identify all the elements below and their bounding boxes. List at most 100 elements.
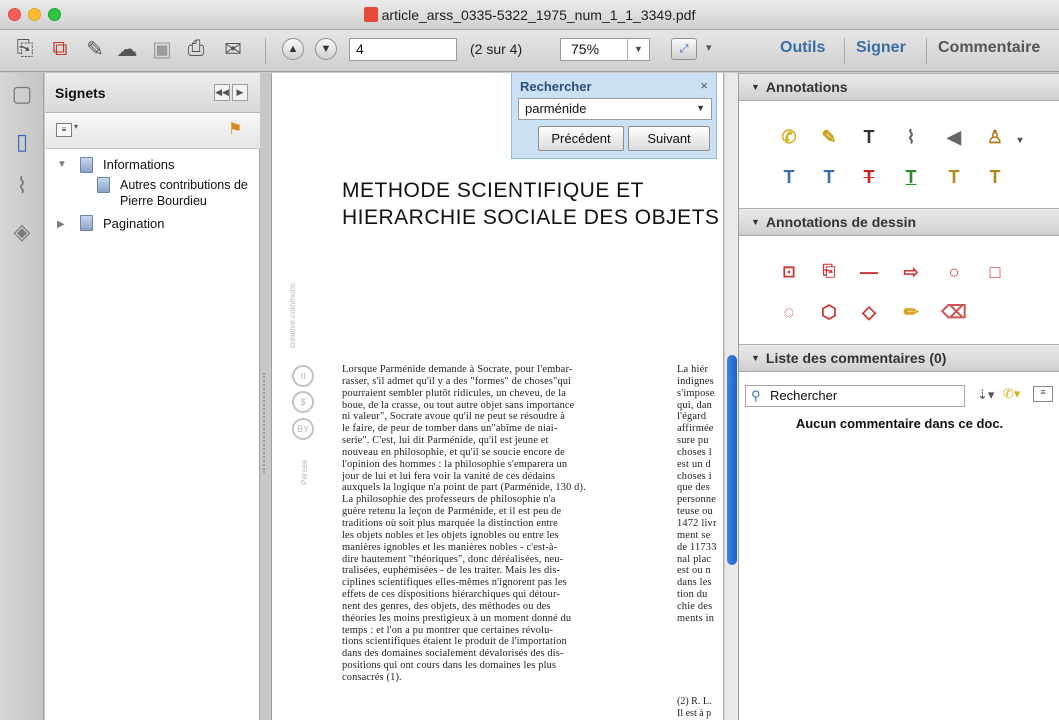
edit-icon[interactable]: ✎	[82, 36, 108, 62]
footnote: (2) R. L. Il est à p	[677, 696, 712, 719]
document-view[interactable]: creative commons II $ BY Persée METHODE …	[272, 73, 738, 720]
search-title: Rechercher	[520, 79, 592, 94]
previous-page-button[interactable]: ▲	[282, 38, 304, 60]
polygon-icon[interactable]: ⬡	[817, 300, 841, 324]
options-menu-icon[interactable]: ≡	[56, 123, 72, 137]
replace-text-icon[interactable]: T	[817, 165, 841, 189]
search-popup: Rechercher × parménide ▼ Précédent Suivan…	[511, 73, 717, 159]
rectangle-icon[interactable]: □	[983, 260, 1007, 284]
options-menu-icon[interactable]: ≡	[1033, 386, 1053, 402]
search-icon: ⚲	[751, 388, 761, 403]
close-icon[interactable]: ×	[700, 78, 708, 93]
annotations-header[interactable]: ▼ Annotations	[739, 73, 1059, 101]
text-callout-icon[interactable]: T	[983, 165, 1007, 189]
drawing-annotations-header[interactable]: ▼ Annotations de dessin	[739, 208, 1059, 236]
toolbar-separator	[265, 38, 266, 64]
text-box-icon[interactable]: ⊡	[777, 260, 801, 284]
disclosure-triangle-icon: ▼	[751, 217, 760, 227]
expanded-triangle-icon[interactable]: ▼	[57, 159, 67, 170]
bookmark-item-autres-contributions[interactable]: Autres contributions de Pierre Bourdieu	[120, 177, 250, 209]
zoom-select[interactable]: 75% ▼	[560, 38, 650, 61]
fullscreen-icon[interactable]: ⤢	[671, 38, 697, 60]
line-icon[interactable]: —	[857, 260, 881, 284]
comment-filter-icon[interactable]: ✆▾	[1003, 386, 1020, 402]
splitter-grip[interactable]	[263, 373, 267, 473]
previous-result-button[interactable]: Précédent	[538, 126, 624, 151]
chevron-down-icon[interactable]: ▼	[696, 103, 705, 113]
bookmarks-header: Signets ◀◀ ▶	[45, 73, 260, 113]
insert-text-icon[interactable]: T	[777, 165, 801, 189]
create-pdf-icon[interactable]: ⎘	[12, 36, 38, 62]
window-title: article_arss_0335-5322_1975_num_1_1_3349…	[381, 7, 696, 23]
new-bookmark-icon[interactable]: ⚑	[228, 119, 242, 139]
zoom-value: 75%	[571, 41, 600, 57]
sort-icon[interactable]: ⇣▾	[977, 387, 994, 403]
article-body: Lorsque Parménide demande à Socrate, pou…	[342, 364, 586, 683]
chevron-down-icon[interactable]: ▾	[1008, 128, 1032, 152]
next-result-button[interactable]: Suivant	[628, 126, 710, 151]
panel-splitter[interactable]	[260, 73, 272, 720]
pencil-icon[interactable]: ✏	[899, 300, 923, 324]
comment-search-input[interactable]: ⚲ Rechercher	[745, 385, 965, 407]
layers-icon[interactable]: ◈	[9, 219, 35, 245]
record-audio-icon[interactable]: ◀	[942, 125, 966, 149]
arrow-down-icon: ▼	[320, 43, 332, 55]
page-number-input[interactable]: 4	[349, 38, 457, 61]
document-scrollbar[interactable]	[724, 73, 738, 720]
tools-button[interactable]: Outils	[780, 39, 825, 57]
combine-icon[interactable]: ⧉	[47, 36, 73, 62]
cc-label: creative commons	[288, 283, 297, 348]
bookmark-item-pagination[interactable]: Pagination	[103, 216, 164, 232]
eraser-icon[interactable]: ⌫	[941, 300, 966, 324]
bookmarks-icon[interactable]: ▯	[9, 129, 35, 155]
collapsed-triangle-icon[interactable]: ▶	[57, 219, 65, 230]
article-title: METHODE SCIENTIFIQUE ET HIERARCHIE SOCIA…	[342, 179, 720, 229]
search-query: parménide	[525, 101, 587, 116]
underline-icon[interactable]: T	[899, 165, 923, 189]
attachments-icon[interactable]: ⌇	[9, 173, 35, 199]
scroll-thumb[interactable]	[727, 355, 737, 565]
comment-list-header[interactable]: ▼ Liste des commentaires (0)	[739, 344, 1059, 372]
persee-label: Persée	[300, 459, 309, 485]
attach-file-icon[interactable]: ⌇	[899, 125, 923, 149]
add-text-icon[interactable]: T	[857, 125, 881, 149]
connected-lines-icon[interactable]: ◇	[857, 300, 881, 324]
callout-icon[interactable]: ⎘	[817, 260, 841, 284]
bookmark-item-informations[interactable]: Informations	[103, 157, 175, 173]
toolbar-overflow-icon[interactable]: ▾	[706, 41, 712, 54]
cc-pause-icon: II	[292, 365, 314, 387]
sticky-note-icon[interactable]: ✆	[777, 125, 801, 149]
navigation-strip: ▢ ▯ ⌇ ◈	[0, 73, 44, 720]
search-input[interactable]: parménide ▼	[518, 98, 712, 120]
comment-panel: ▼ Annotations ✆ ✎ T ⌇ ◀ ♙ ▾ T T T T T T ▼…	[738, 73, 1059, 720]
annotations-title: Annotations	[765, 79, 848, 95]
arrow-up-icon: ▲	[287, 43, 299, 55]
comment-search-placeholder: Rechercher	[770, 388, 838, 403]
toolbar-separator	[926, 38, 927, 64]
email-icon[interactable]: ✉	[220, 36, 246, 62]
sign-button[interactable]: Signer	[856, 39, 906, 57]
arrow-icon[interactable]: ⇨	[899, 260, 923, 284]
next-page-button[interactable]: ▼	[315, 38, 337, 60]
page-count: (2 sur 4)	[470, 41, 523, 57]
expand-panel-button[interactable]: ▶	[232, 84, 248, 101]
comment-button[interactable]: Commentaire	[938, 39, 1040, 57]
strikethrough-icon[interactable]: T	[857, 165, 881, 189]
print-icon[interactable]: ⎙	[183, 36, 209, 62]
save-icon[interactable]: ▣	[149, 36, 175, 62]
article-column-2: La hiér indignes s'impose qui, dan l'éga…	[677, 364, 717, 624]
toolbar: ⎘ ⧉ ✎ ☁ ▣ ⎙ ✉ ▲ ▼ 4 (2 sur 4) 75% ▼ ⤢ ▾ O…	[0, 30, 1059, 72]
toolbar-separator	[844, 38, 845, 64]
oval-icon[interactable]: ○	[942, 260, 966, 284]
collapse-panel-button[interactable]: ◀◀	[214, 84, 230, 101]
cloud-shape-icon[interactable]: ◌	[777, 300, 801, 324]
page-thumbnails-icon[interactable]: ▢	[9, 81, 35, 107]
chevron-down-icon[interactable]: ▾	[74, 122, 78, 131]
text-note-icon[interactable]: T	[942, 165, 966, 189]
highlight-text-icon[interactable]: ✎	[817, 125, 841, 149]
cloud-icon[interactable]: ☁	[114, 36, 140, 62]
cc-nc-icon: $	[292, 391, 314, 413]
stamp-icon[interactable]: ♙	[983, 125, 1007, 149]
disclosure-triangle-icon: ▼	[751, 353, 760, 363]
cc-by-icon: BY	[292, 418, 314, 440]
